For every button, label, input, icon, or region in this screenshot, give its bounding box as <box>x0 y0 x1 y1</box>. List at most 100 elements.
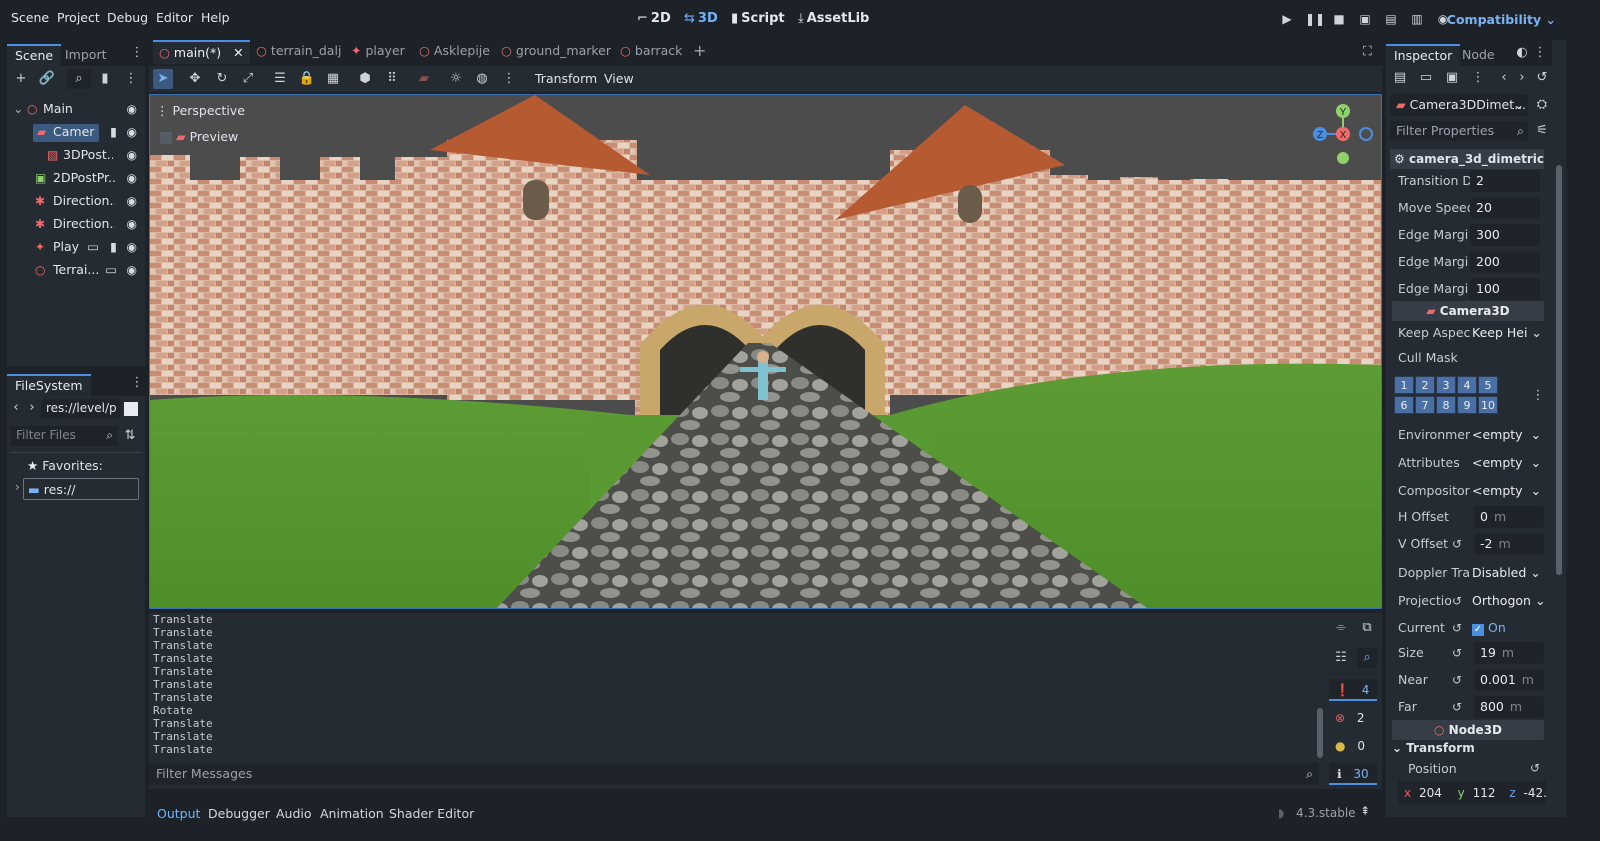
more-icon[interactable]: ⋮ <box>499 69 519 89</box>
script-section-header[interactable]: ⚙ camera_3d_dimetric.gd <box>1390 149 1544 169</box>
filter-settings-icon[interactable]: ⚟ <box>1532 121 1552 141</box>
attributes-picker[interactable]: <empty ⌄ <box>1472 450 1541 476</box>
object-selector[interactable]: ▰ Camera3DDimet... ⌄ <box>1390 94 1528 116</box>
tab-player[interactable]: ✦ player <box>351 40 405 64</box>
path-field[interactable]: res://level/p <box>41 399 121 419</box>
menu-editor[interactable]: Editor <box>156 10 193 25</box>
object-settings-icon[interactable]: ⛭ <box>1532 95 1552 115</box>
reset-icon[interactable]: ↺ <box>1452 667 1462 693</box>
attach-script-icon[interactable]: ▮ <box>95 69 115 89</box>
visibility-icon[interactable]: ◉ <box>127 190 137 212</box>
visibility-icon[interactable]: ◉ <box>127 213 137 235</box>
node3d-section-header[interactable]: ○ Node3D <box>1392 720 1544 740</box>
tab-scene[interactable]: Scene <box>7 44 62 66</box>
visibility-icon[interactable]: ◉ <box>127 259 137 281</box>
workspace-assetlib-button[interactable]: ⤓ AssetLib <box>798 11 869 26</box>
tab-animation[interactable]: Animation <box>320 806 384 821</box>
tree-row-terrain[interactable]: ○ Terrai... ▭ ◉ <box>7 259 145 281</box>
add-tab-icon[interactable]: + <box>693 40 706 64</box>
play-icon[interactable]: ▶ <box>1279 12 1295 28</box>
tab-audio[interactable]: Audio <box>276 806 312 821</box>
dock-menu-icon[interactable]: ⋮ <box>127 43 147 63</box>
view-menu[interactable]: View <box>604 71 634 86</box>
filter-files-input[interactable]: Filter Files ⌕ <box>11 426 117 446</box>
position-x-field[interactable]: 204 <box>1419 786 1442 800</box>
visibility-icon[interactable]: ◉ <box>127 144 137 166</box>
stop-icon[interactable]: ■ <box>1331 12 1347 28</box>
tab-shader-editor[interactable]: Shader Editor <box>389 806 474 821</box>
pause-icon[interactable]: ❚❚ <box>1305 12 1325 28</box>
reset-icon[interactable]: ↺ <box>1452 615 1462 641</box>
dock-collapse-icon[interactable]: ◐ <box>1514 43 1530 63</box>
tab-debugger[interactable]: Debugger <box>208 806 270 821</box>
visibility-icon[interactable]: ◉ <box>127 98 137 120</box>
menu-debug[interactable]: Debug <box>107 10 148 25</box>
clapper-icon[interactable]: ▭ <box>87 236 99 258</box>
warning-error-toggle[interactable]: ⊗ 2 <box>1329 707 1377 729</box>
tab-barrack[interactable]: ○ barrack <box>620 40 682 64</box>
expand-icon[interactable]: › <box>15 480 20 494</box>
snap-icon[interactable]: ⠿ <box>382 69 402 89</box>
filter-messages-input[interactable]: Filter Messages ⌕ <box>149 763 1319 785</box>
transform-menu[interactable]: Transform <box>535 71 597 86</box>
layer-8[interactable]: 8 <box>1436 396 1456 414</box>
link-icon[interactable]: 🔗 <box>37 69 57 89</box>
back-icon[interactable]: ‹ <box>9 398 23 418</box>
sun-icon[interactable]: ☼ <box>446 69 466 89</box>
visibility-icon[interactable]: ◉ <box>127 236 137 258</box>
dock-menu-icon[interactable]: ⋮ <box>1532 43 1548 63</box>
favorites-item[interactable]: ★ Favorites: <box>27 458 103 473</box>
clapper-icon[interactable]: ▭ <box>105 259 117 281</box>
add-node-icon[interactable]: + <box>11 69 31 89</box>
visibility-icon[interactable]: ◉ <box>127 167 137 189</box>
lock-icon[interactable]: 🔒 <box>297 69 317 89</box>
menu-scene[interactable]: Scene <box>11 10 49 25</box>
camera-override-icon[interactable]: ▰ <box>414 69 434 89</box>
tree-row-light-1[interactable]: ✱ Direction... ◉ <box>7 190 145 212</box>
menu-project[interactable]: Project <box>57 10 100 25</box>
move-tool-icon[interactable]: ✥ <box>185 69 205 89</box>
more-icon[interactable]: ⋮ <box>1468 68 1488 88</box>
tab-import[interactable]: Import <box>57 44 115 66</box>
reset-icon[interactable]: ↺ <box>1452 640 1462 666</box>
tab-node[interactable]: Node <box>1454 44 1503 66</box>
environment-picker[interactable]: <empty ⌄ <box>1472 422 1541 448</box>
move-speed-field[interactable]: 20 <box>1470 197 1540 219</box>
res-root-item[interactable]: ▬ res:// <box>23 478 139 500</box>
remote-debug-icon[interactable]: ▣ <box>1357 12 1373 28</box>
tree-row-main[interactable]: ⌄ ○ Main ◉ <box>7 98 145 120</box>
workspace-3d-button[interactable]: ⇆ 3D <box>684 11 718 26</box>
back-icon[interactable]: ‹ <box>1494 68 1514 88</box>
tab-output[interactable]: Output <box>157 806 200 821</box>
scale-tool-icon[interactable]: ⤢ <box>238 69 258 89</box>
3d-viewport[interactable]: ⋮ Perspective ▰ Preview Y Z X <box>149 94 1382 609</box>
layer-3[interactable]: 3 <box>1436 376 1456 394</box>
edge-margin-field[interactable]: 300 <box>1470 224 1540 246</box>
edge-margin-field[interactable]: 100 <box>1470 278 1540 300</box>
search-icon[interactable]: ⌕ <box>1357 648 1377 668</box>
copy-icon[interactable]: ⧉ <box>1357 618 1377 638</box>
size-slider[interactable]: 19 m <box>1474 642 1544 664</box>
tree-row-light-2[interactable]: ✱ Direction... ◉ <box>7 213 145 235</box>
clear-output-icon[interactable]: ⌯ <box>1331 618 1351 638</box>
play-scene-icon[interactable]: ▤ <box>1383 12 1399 28</box>
select-tool-icon[interactable]: ➤ <box>153 69 173 89</box>
reset-icon[interactable]: ↺ <box>1452 588 1462 614</box>
layer-9[interactable]: 9 <box>1457 396 1477 414</box>
layer-2[interactable]: 2 <box>1415 376 1435 394</box>
near-slider[interactable]: 0.001 m <box>1474 669 1544 691</box>
forward-icon[interactable]: › <box>1512 68 1532 88</box>
visibility-icon[interactable]: ◉ <box>127 121 137 143</box>
layer-5[interactable]: 5 <box>1478 376 1498 394</box>
tree-row-player[interactable]: ✦ Play ▭ ▮ ◉ <box>7 236 145 258</box>
group-icon[interactable]: ▦ <box>323 69 343 89</box>
position-y-field[interactable]: 112 <box>1473 786 1496 800</box>
info-filter-toggle[interactable]: ℹ 30 <box>1329 763 1377 785</box>
environment-icon[interactable]: ◍ <box>472 69 492 89</box>
tab-main[interactable]: ○ main(*) ✕ <box>153 40 250 64</box>
tab-terrain-dalj[interactable]: ○ terrain_dalj <box>256 40 341 64</box>
collapse-icon[interactable]: ⌄ <box>13 98 23 120</box>
dock-menu-icon[interactable]: ⋮ <box>127 373 147 393</box>
script-icon[interactable]: ▮ <box>110 236 117 258</box>
collapse-messages-icon[interactable]: ☷ <box>1331 648 1351 668</box>
